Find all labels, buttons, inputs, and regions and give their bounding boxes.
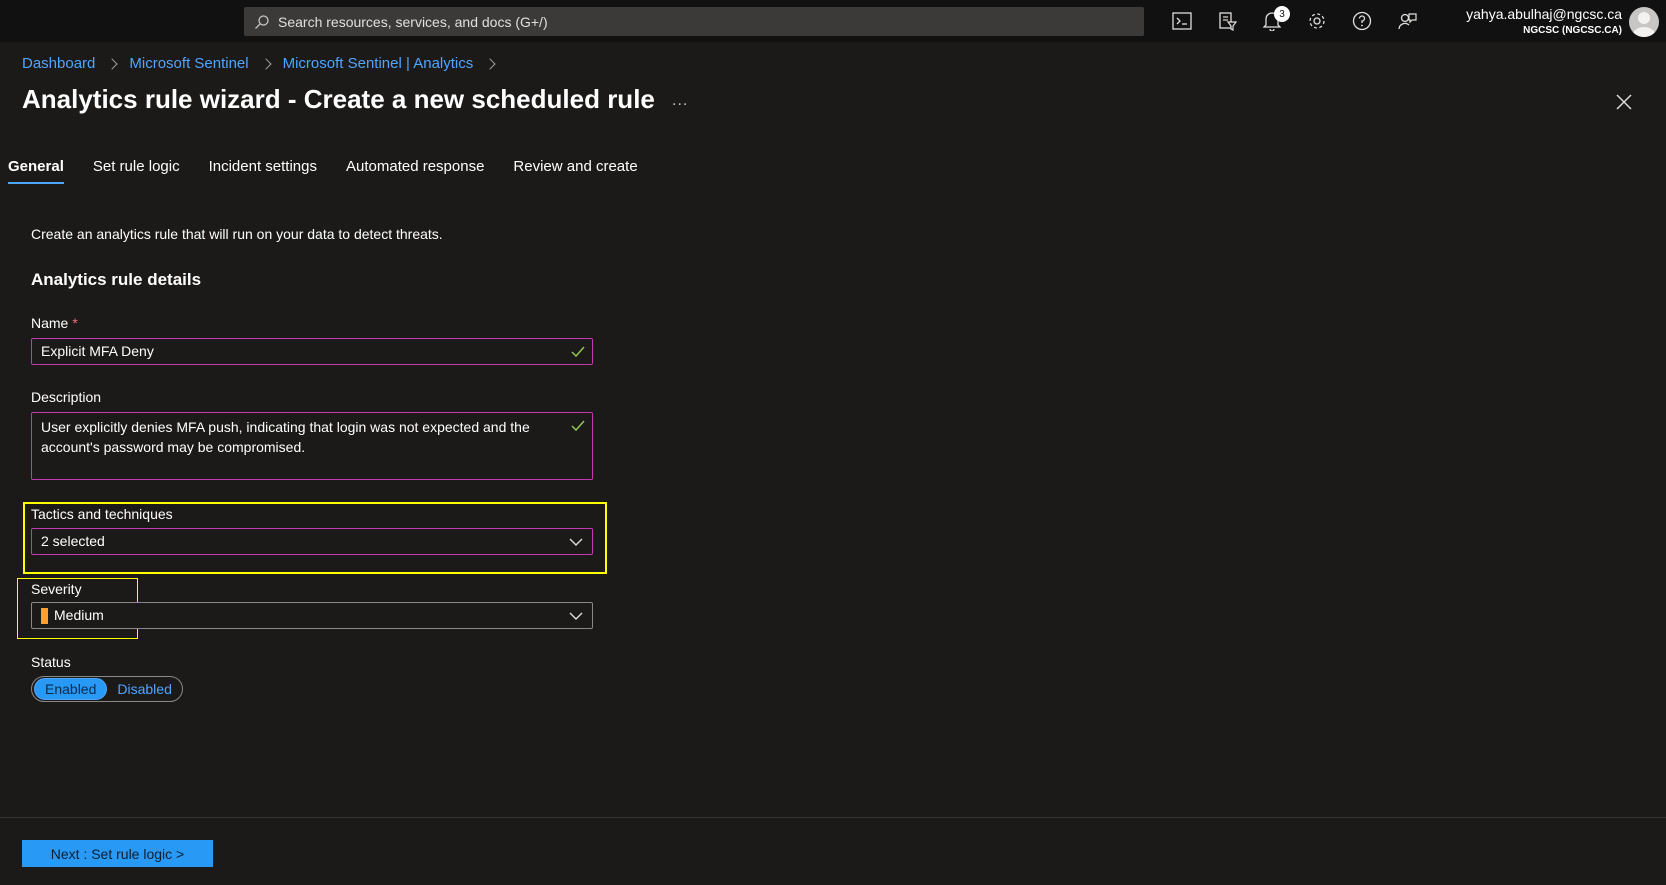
breadcrumb-dashboard[interactable]: Dashboard: [22, 55, 95, 72]
status-label: Status: [31, 654, 71, 670]
search-icon: [255, 14, 269, 29]
tab-set-rule-logic[interactable]: Set rule logic: [93, 158, 180, 183]
required-asterisk: *: [72, 315, 78, 331]
notification-badge: 3: [1274, 6, 1290, 22]
checkmark-icon: [571, 346, 585, 358]
name-label: Name *: [31, 315, 78, 331]
severity-dropdown[interactable]: Medium: [31, 602, 593, 629]
chevron-down-icon: [569, 612, 583, 620]
feedback-icon[interactable]: [1395, 9, 1419, 33]
status-enabled-option[interactable]: Enabled: [34, 678, 108, 700]
description-value: User explicitly denies MFA push, indicat…: [41, 419, 530, 455]
wizard-tabs: General Set rule logic Incident settings…: [8, 158, 667, 184]
cloud-shell-icon[interactable]: [1170, 9, 1194, 33]
directory-filter-icon[interactable]: [1215, 9, 1239, 33]
name-label-text: Name: [31, 315, 69, 331]
checkmark-icon: [571, 420, 585, 432]
intro-text: Create an analytics rule that will run o…: [31, 226, 443, 242]
status-toggle: Enabled Disabled: [31, 676, 183, 702]
chevron-right-icon: [106, 57, 119, 70]
tab-incident-settings[interactable]: Incident settings: [209, 158, 317, 183]
close-icon[interactable]: [1615, 93, 1633, 111]
status-disabled-option[interactable]: Disabled: [107, 679, 181, 699]
tab-review-and-create[interactable]: Review and create: [513, 158, 637, 183]
avatar[interactable]: [1629, 7, 1659, 37]
tab-general[interactable]: General: [8, 158, 64, 184]
chevron-right-icon: [484, 57, 496, 70]
name-value: Explicit MFA Deny: [41, 343, 154, 359]
chevron-down-icon: [569, 538, 583, 546]
tab-automated-response[interactable]: Automated response: [346, 158, 484, 183]
breadcrumb-sentinel-analytics[interactable]: Microsoft Sentinel | Analytics: [283, 55, 474, 72]
description-field[interactable]: User explicitly denies MFA push, indicat…: [31, 412, 593, 480]
name-field[interactable]: Explicit MFA Deny: [31, 338, 593, 365]
help-icon[interactable]: [1350, 9, 1374, 33]
more-options-button[interactable]: ...: [672, 92, 688, 110]
top-bar: 3 yahya.abulhaj@ngcsc.ca NGCSC (NGCSC.CA…: [0, 0, 1666, 42]
gear-icon[interactable]: [1305, 9, 1329, 33]
tactics-value: 2 selected: [41, 533, 105, 549]
breadcrumb-sentinel[interactable]: Microsoft Sentinel: [129, 55, 248, 72]
section-title: Analytics rule details: [31, 270, 202, 289]
breadcrumb: Dashboard Microsoft Sentinel Microsoft S…: [22, 55, 507, 72]
search-input[interactable]: [278, 13, 1128, 30]
account-tenant: NGCSC (NGCSC.CA): [1523, 25, 1622, 36]
footer-divider: [0, 817, 1666, 818]
severity-value: Medium: [54, 607, 104, 623]
account-email: yahya.abulhaj@ngcsc.ca: [1466, 6, 1622, 22]
global-search[interactable]: [244, 7, 1144, 36]
description-label: Description: [31, 389, 102, 405]
tactics-dropdown[interactable]: 2 selected: [31, 528, 593, 555]
account-menu[interactable]: yahya.abulhaj@ngcsc.ca NGCSC (NGCSC.CA): [1466, 6, 1622, 36]
severity-label: Severity: [31, 581, 82, 597]
page-title: Analytics rule wizard - Create a new sch…: [22, 84, 655, 114]
next-button[interactable]: Next : Set rule logic >: [22, 840, 213, 867]
chevron-right-icon: [259, 57, 272, 70]
severity-medium-indicator: [41, 608, 48, 625]
tactics-label: Tactics and techniques: [31, 506, 173, 522]
